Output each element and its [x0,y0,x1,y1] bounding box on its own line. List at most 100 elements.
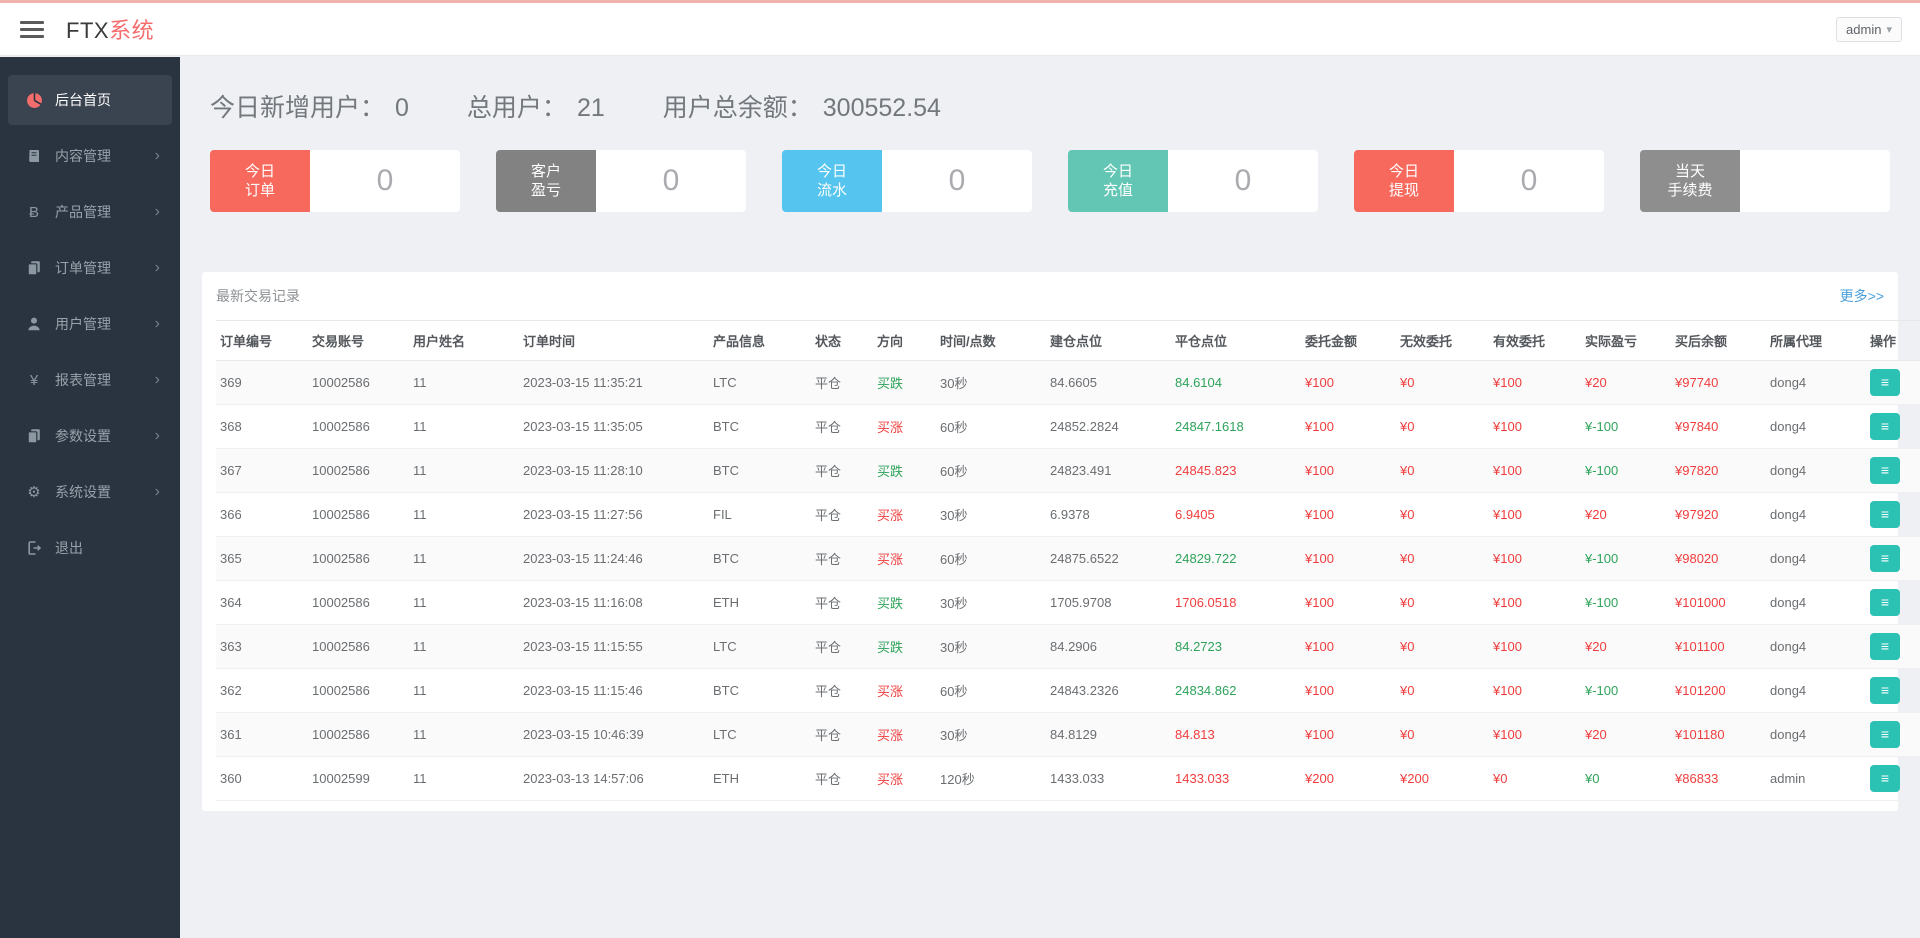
stat-card-6: 当天手续费 [1640,150,1890,212]
table-cell: 买跌 [873,361,936,405]
table-cell: ¥0 [1396,449,1489,493]
table-cell: ¥98020 [1671,537,1766,581]
row-action-button[interactable]: ≡ [1870,501,1900,528]
sidebar-item-label: 报表管理 [55,370,155,390]
sidebar-item-label: 产品管理 [55,202,155,222]
table-cell: 2023-03-15 11:27:56 [519,493,709,537]
table-cell: 10002599 [308,757,409,801]
list-icon: ≡ [1881,638,1889,654]
hamburger-menu-icon[interactable] [20,21,44,38]
table-cell: dong4 [1766,405,1866,449]
table-cell: 30秒 [936,361,1046,405]
column-header: 产品信息 [709,321,811,361]
table-cell: ETH [709,757,811,801]
row-action-button[interactable]: ≡ [1870,545,1900,572]
chevron-right-icon: › [155,372,160,388]
table-cell: 1706.0518 [1171,581,1301,625]
column-header: 操作 [1866,321,1920,361]
table-cell: 10002586 [308,493,409,537]
table-cell: BTC [709,449,811,493]
table-cell: ¥100 [1489,537,1581,581]
stat-card-4: 今日充值0 [1068,150,1318,212]
table-row: 36810002586112023-03-15 11:35:05BTC平仓买涨6… [216,405,1920,449]
table-cell: ¥100 [1301,449,1396,493]
sidebar-item-label: 系统设置 [55,482,155,502]
user-menu[interactable]: admin ▾ [1836,17,1902,42]
main-content: 今日新增用户： 0 总用户： 21 用户总余额： 300552.54 今日订单0… [180,88,1920,811]
row-action-button[interactable]: ≡ [1870,765,1900,792]
table-cell: 84.6605 [1046,361,1171,405]
sidebar-item-3[interactable]: Ƀ产品管理› [8,187,172,237]
sidebar-item-2[interactable]: 内容管理› [8,131,172,181]
table-cell: 365 [216,537,308,581]
more-link[interactable]: 更多>> [1840,286,1884,306]
list-icon: ≡ [1881,418,1889,434]
table-cell: 84.6104 [1171,361,1301,405]
table-cell: 10002586 [308,669,409,713]
table-cell: 6.9378 [1046,493,1171,537]
table-cell: ¥100 [1301,581,1396,625]
table-cell: 平仓 [811,405,873,449]
table-cell: LTC [709,713,811,757]
table-cell: 24852.2824 [1046,405,1171,449]
table-cell: ¥101180 [1671,713,1766,757]
table-cell: 369 [216,361,308,405]
table-cell: 2023-03-15 11:16:08 [519,581,709,625]
sidebar-item-4[interactable]: 订单管理› [8,243,172,293]
table-cell: 平仓 [811,493,873,537]
table-cell: FIL [709,493,811,537]
table-cell: 2023-03-15 11:15:55 [519,625,709,669]
column-header: 状态 [811,321,873,361]
row-action-button[interactable]: ≡ [1870,633,1900,660]
table-cell: 2023-03-13 14:57:06 [519,757,709,801]
table-cell: 24847.1618 [1171,405,1301,449]
row-action-button[interactable]: ≡ [1870,677,1900,704]
summary-total-users: 总用户： 21 [467,88,605,124]
table-cell: BTC [709,669,811,713]
table-cell: 6.9405 [1171,493,1301,537]
table-cell: 10002586 [308,625,409,669]
summary-new-users-label: 今日新增用户： [210,88,385,124]
table-cell: dong4 [1766,537,1866,581]
table-cell: 2023-03-15 11:28:10 [519,449,709,493]
table-cell: ¥100 [1489,405,1581,449]
stat-card-2: 客户盈亏0 [496,150,746,212]
stat-card-value: 0 [1454,150,1604,212]
table-cell: 买跌 [873,449,936,493]
table-cell: ¥0 [1489,757,1581,801]
table-cell: 10002586 [308,713,409,757]
column-header: 实际盈亏 [1581,321,1671,361]
table-cell: 买跌 [873,581,936,625]
table-cell: 1433.033 [1171,757,1301,801]
table-cell: dong4 [1766,625,1866,669]
table-cell: 11 [409,493,519,537]
table-cell: ¥101000 [1671,581,1766,625]
table-cell: 11 [409,405,519,449]
topbar: FTX系统 admin ▾ [0,3,1920,56]
sidebar-item-8[interactable]: ⚙系统设置› [8,467,172,517]
row-action-button[interactable]: ≡ [1870,589,1900,616]
table-cell-actions: ≡ [1866,405,1920,449]
table-cell: 2023-03-15 11:35:21 [519,361,709,405]
sidebar-item-7[interactable]: 参数设置› [8,411,172,461]
logo-text-secondary: 系统 [109,18,154,43]
sidebar-item-9[interactable]: 退出 [8,523,172,573]
table-cell-actions: ≡ [1866,581,1920,625]
table-cell: 24823.491 [1046,449,1171,493]
table-cell: 84.2723 [1171,625,1301,669]
row-action-button[interactable]: ≡ [1870,457,1900,484]
table-cell: 24834.862 [1171,669,1301,713]
table-cell: 2023-03-15 11:24:46 [519,537,709,581]
sidebar-item-5[interactable]: 用户管理› [8,299,172,349]
table-cell: 买跌 [873,625,936,669]
row-action-button[interactable]: ≡ [1870,369,1900,396]
column-header: 交易账号 [308,321,409,361]
row-action-button[interactable]: ≡ [1870,721,1900,748]
table-cell-actions: ≡ [1866,493,1920,537]
table-row: 36310002586112023-03-15 11:15:55LTC平仓买跌3… [216,625,1920,669]
row-action-button[interactable]: ≡ [1870,413,1900,440]
column-header: 时间/点数 [936,321,1046,361]
sidebar-item-6[interactable]: ¥报表管理› [8,355,172,405]
sidebar-item-1[interactable]: 后台首页 [8,75,172,125]
user-icon [24,316,44,332]
